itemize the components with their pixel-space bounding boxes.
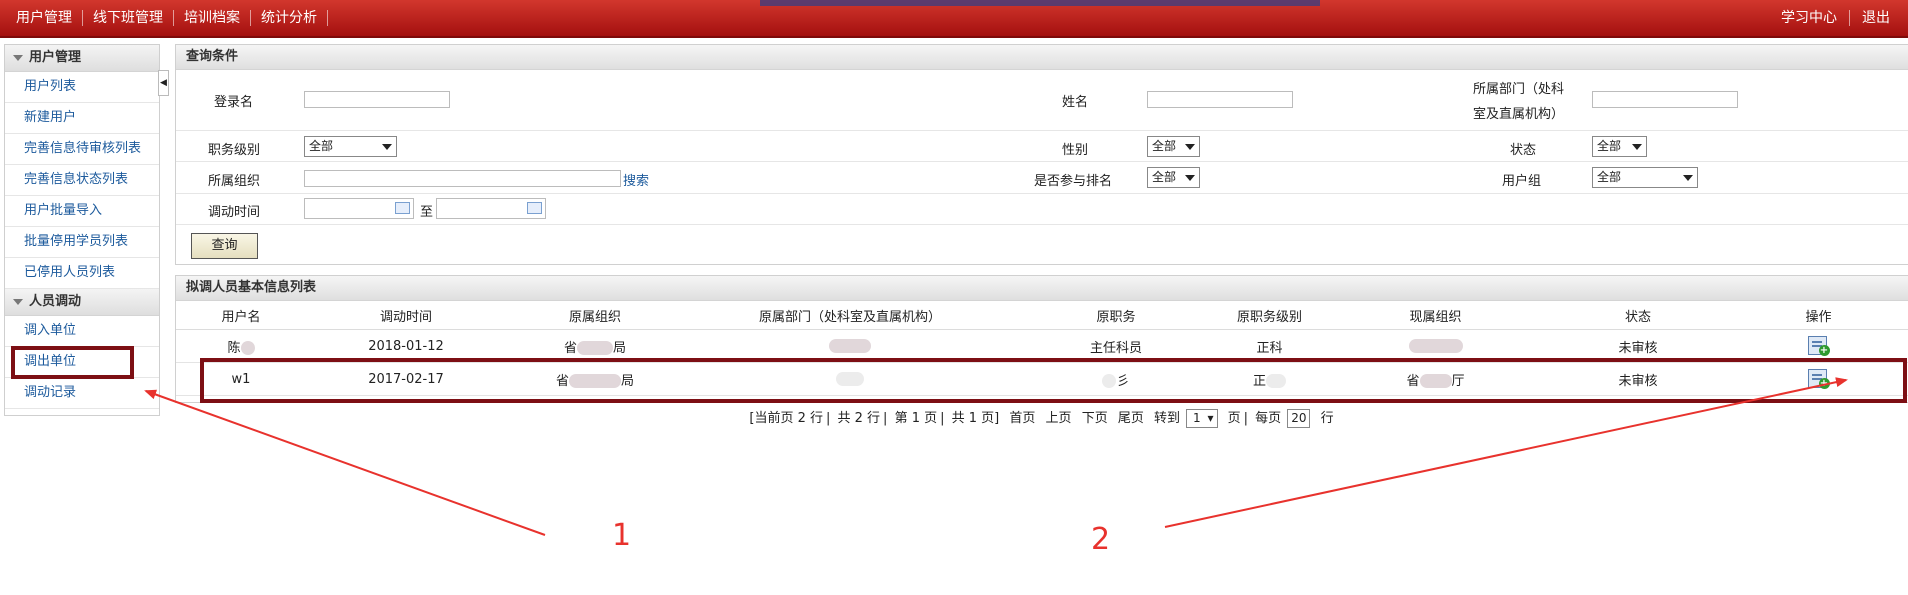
annotation-label-1: 1 bbox=[612, 518, 632, 553]
annotation-arrow-2 bbox=[1164, 377, 1848, 528]
annotation-arrows bbox=[144, 377, 1848, 536]
annotation-arrow-1 bbox=[144, 389, 546, 536]
annotation-label-2: 2 bbox=[1091, 522, 1111, 557]
